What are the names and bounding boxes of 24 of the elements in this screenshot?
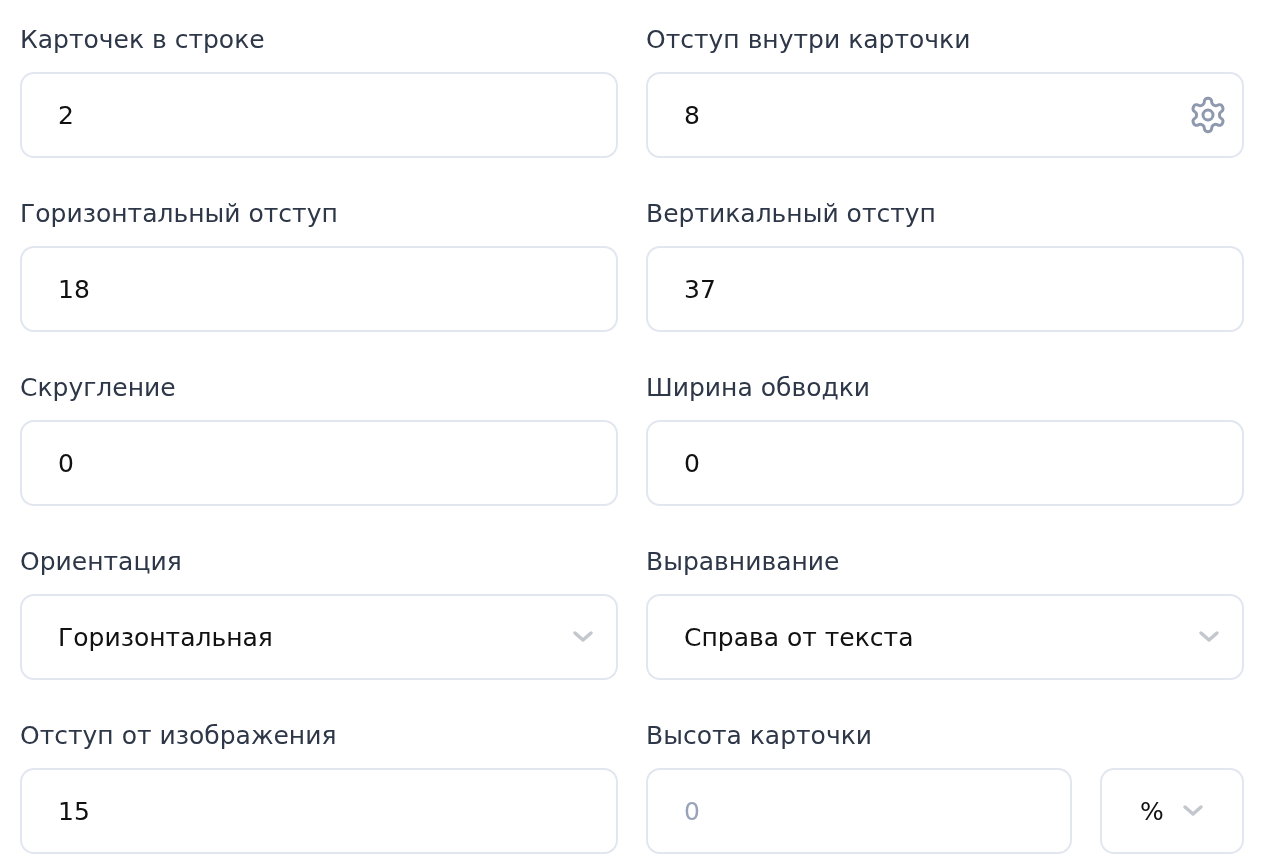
unit-select[interactable]: % — [1100, 768, 1244, 854]
field-label: Выравнивание — [646, 546, 841, 578]
field-label: Вертикальный отступ — [646, 198, 937, 230]
chevron-down-icon — [1198, 630, 1220, 644]
chevron-down-icon — [1181, 804, 1204, 818]
input-field[interactable]: 15 — [20, 768, 618, 854]
input-field[interactable]: 2 — [20, 72, 618, 158]
field-label: Скругление — [20, 372, 177, 404]
field-label: Горизонтальный отступ — [20, 198, 339, 230]
input-field[interactable]: 0 — [646, 420, 1244, 506]
input-field[interactable]: 0 — [646, 768, 1072, 854]
select-field[interactable]: Горизонтальная — [20, 594, 618, 680]
field-label: Ширина обводки — [646, 372, 872, 404]
field-label: Ориентация — [20, 546, 183, 578]
field-label: Отступ внутри карточки — [646, 24, 972, 56]
field-label: Высота карточки — [646, 720, 874, 752]
input-field[interactable]: 37 — [646, 246, 1244, 332]
field-label: Карточек в строке — [20, 24, 266, 56]
field-label: Отступ от изображения — [20, 720, 338, 752]
input-field[interactable]: 18 — [20, 246, 618, 332]
input-field[interactable]: 8 — [646, 72, 1244, 158]
chevron-down-icon — [572, 630, 594, 644]
select-field[interactable]: Справа от текста — [646, 594, 1244, 680]
input-field[interactable]: 0 — [20, 420, 618, 506]
